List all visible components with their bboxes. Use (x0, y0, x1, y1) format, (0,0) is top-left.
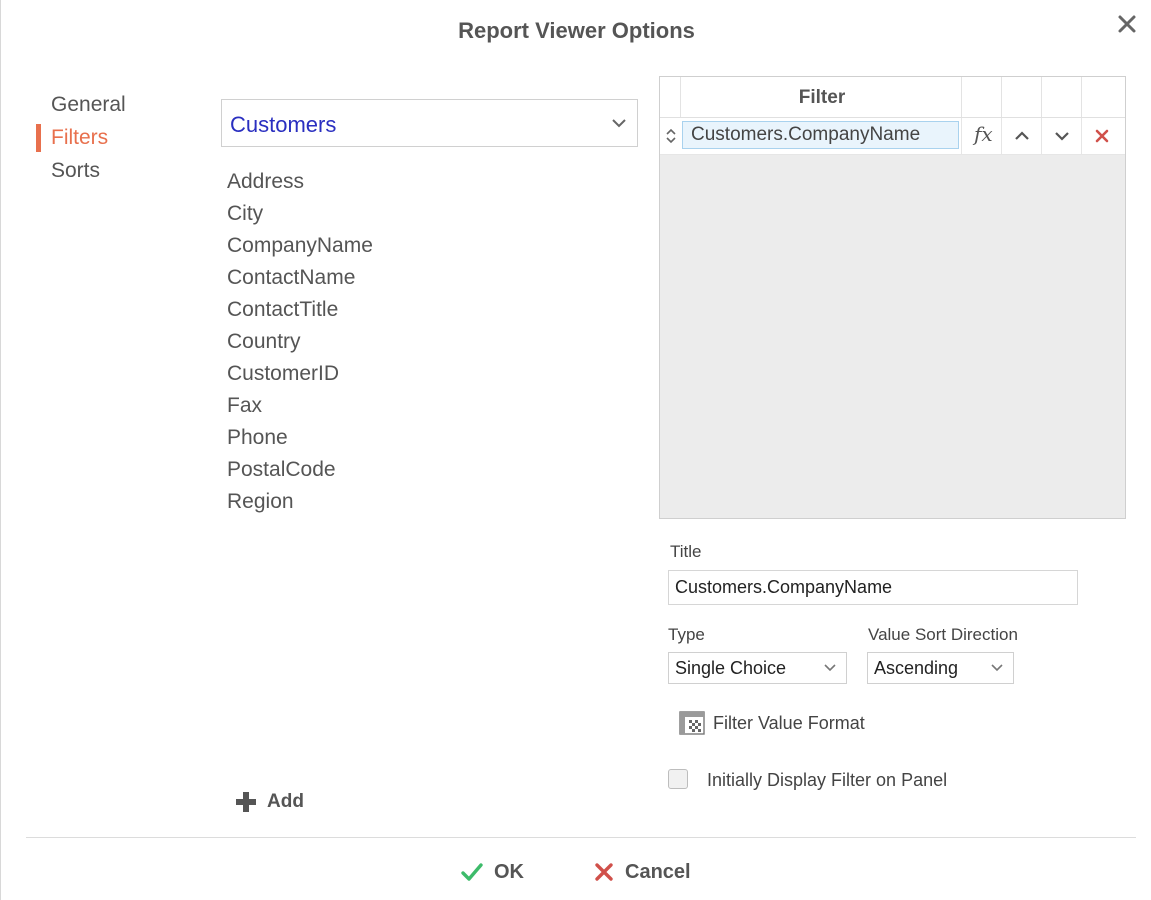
footer-divider (26, 837, 1136, 838)
chevron-down-icon (824, 664, 836, 672)
nav-item-filters[interactable]: Filters (36, 121, 126, 154)
cancel-button[interactable]: Cancel (593, 857, 691, 887)
list-item[interactable]: Country (227, 326, 373, 358)
sort-select-value: Ascending (874, 658, 959, 678)
options-nav: General Filters Sorts (36, 88, 126, 187)
nav-item-sorts[interactable]: Sorts (51, 154, 126, 187)
grid-divider (680, 77, 681, 117)
expression-button[interactable]: fx (961, 118, 1002, 154)
remove-filter-button[interactable] (1081, 118, 1122, 154)
function-icon: fx (974, 122, 993, 146)
grid-divider (1041, 77, 1042, 117)
move-up-button[interactable] (1001, 118, 1042, 154)
chevron-down-icon (991, 664, 1003, 672)
list-item[interactable]: ContactName (227, 262, 373, 294)
grid-divider (1001, 77, 1002, 117)
list-item[interactable]: Address (227, 166, 373, 198)
field-list: Address City CompanyName ContactName Con… (227, 166, 373, 518)
list-item[interactable]: ContactTitle (227, 294, 373, 326)
add-button-label: Add (267, 791, 304, 812)
table-row: Customers.CompanyName fx (660, 118, 1125, 155)
initially-display-checkbox[interactable] (668, 769, 688, 789)
ok-button-label: OK (494, 860, 524, 883)
check-icon (461, 863, 483, 881)
filter-value-format-button[interactable]: Filter Value Format (679, 709, 865, 737)
ok-button[interactable]: OK (460, 857, 524, 887)
title-label: Title (670, 542, 702, 561)
type-select[interactable]: Single Choice (668, 652, 847, 684)
cancel-button-label: Cancel (625, 860, 691, 883)
close-icon (595, 863, 613, 881)
delete-icon (1095, 129, 1109, 143)
reorder-handle-icon[interactable] (664, 127, 678, 145)
dialog-title: Report Viewer Options (458, 18, 695, 43)
value-sort-direction-label: Value Sort Direction (868, 625, 1018, 644)
title-input[interactable] (668, 570, 1078, 605)
table-select[interactable]: Customers (221, 99, 638, 147)
list-item[interactable]: PostalCode (227, 454, 373, 486)
value-sort-direction-select[interactable]: Ascending (867, 652, 1014, 684)
plus-icon (236, 792, 256, 812)
move-down-button[interactable] (1041, 118, 1082, 154)
nav-item-general[interactable]: General (51, 88, 126, 121)
filter-grid-header: Filter (660, 77, 1125, 118)
chevron-up-icon (1015, 131, 1029, 140)
table-select-value: Customers (230, 112, 337, 137)
filter-field-cell[interactable]: Customers.CompanyName (682, 121, 959, 149)
type-label: Type (668, 625, 705, 644)
list-item[interactable]: Fax (227, 390, 373, 422)
grid-divider (961, 77, 962, 117)
list-item[interactable]: CompanyName (227, 230, 373, 262)
filter-value-format-label: Filter Value Format (713, 712, 865, 733)
type-select-value: Single Choice (675, 658, 787, 678)
initially-display-label[interactable]: Initially Display Filter on Panel (707, 770, 947, 791)
chevron-down-icon (1055, 132, 1069, 141)
grid-divider (1081, 77, 1082, 117)
filter-grid: Filter Customers.CompanyName fx (659, 76, 1126, 519)
chevron-down-icon (612, 119, 626, 128)
format-icon (679, 711, 705, 735)
list-item[interactable]: CustomerID (227, 358, 373, 390)
add-button[interactable]: Add (235, 788, 304, 816)
list-item[interactable]: Region (227, 486, 373, 518)
filter-column-header: Filter (798, 87, 846, 108)
close-icon[interactable] (1115, 12, 1139, 36)
list-item[interactable]: City (227, 198, 373, 230)
report-viewer-options-dialog: Report Viewer Options General Filters So… (0, 0, 1151, 900)
list-item[interactable]: Phone (227, 422, 373, 454)
